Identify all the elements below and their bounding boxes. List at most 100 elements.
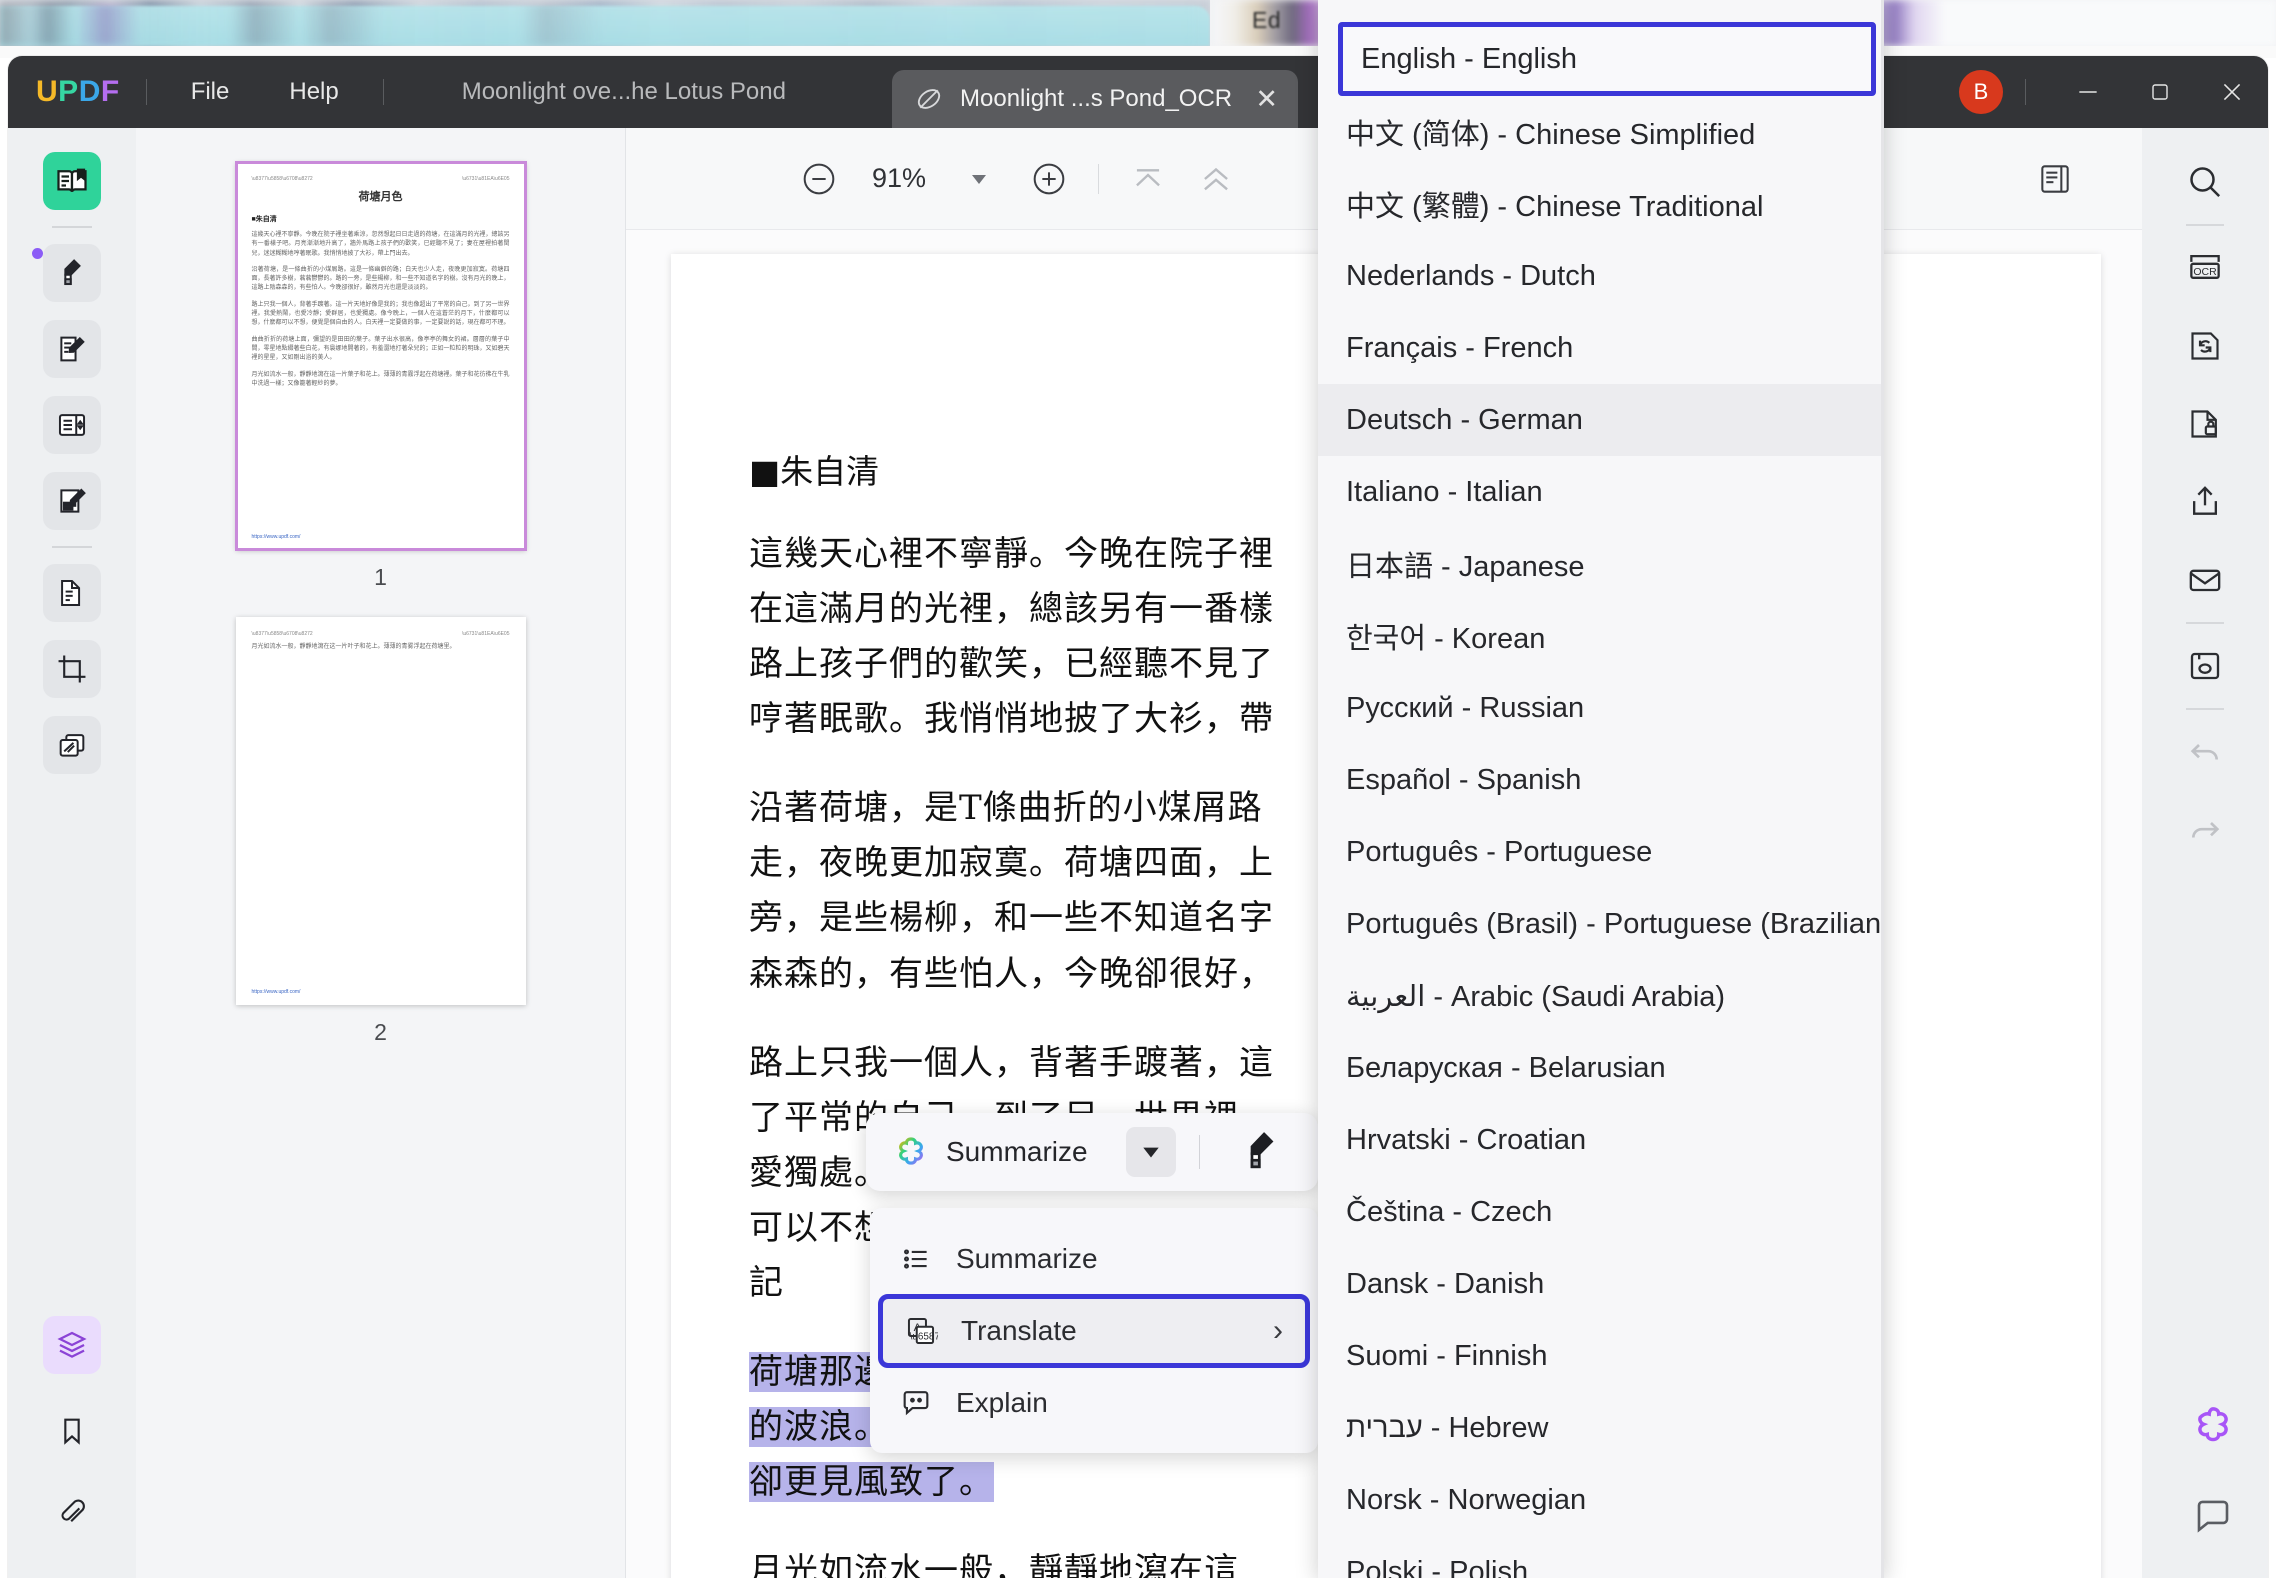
language-option-italian[interactable]: Italiano - Italian — [1318, 456, 1884, 528]
zoom-level-value[interactable]: 91% — [872, 163, 926, 194]
list-icon — [898, 1241, 934, 1277]
thumb-text-block-5: 月光如流水一般，靜靜地瀉在這一片葉子和花上。薄薄的青霧浮起在荷塘裡。葉子和花彷彿… — [252, 371, 510, 390]
reading-layout-icon[interactable] — [2028, 152, 2082, 206]
search-icon[interactable] — [2177, 154, 2233, 210]
language-option-chinese-traditional[interactable]: 中文 (繁體) - Chinese Traditional — [1318, 168, 1884, 240]
minimize-button[interactable] — [2052, 56, 2124, 128]
close-window-button[interactable] — [2196, 56, 2268, 128]
thumbnail-page-2[interactable]: \u8377\u5858\u6708\u8272\u6731\u81EA\u6E… — [236, 617, 526, 1005]
tab-document-1[interactable]: Moonlight ove...he Lotus Pond — [462, 78, 786, 106]
maximize-button[interactable] — [2124, 56, 2196, 128]
sidebar-item-layers[interactable] — [43, 1316, 101, 1374]
language-option-russian[interactable]: Русский - Russian — [1318, 672, 1884, 744]
sidebar-item-convert[interactable] — [43, 564, 101, 622]
sidebar-item-organize-pages[interactable] — [43, 396, 101, 454]
language-option-finnish[interactable]: Suomi - Finnish — [1318, 1320, 1884, 1392]
language-option-german[interactable]: Deutsch - German — [1318, 384, 1884, 456]
save-icon[interactable] — [2177, 638, 2233, 694]
ai-assistant-icon[interactable] — [2190, 1402, 2236, 1448]
email-icon[interactable] — [2177, 552, 2233, 608]
language-option-croatian[interactable]: Hrvatski - Croatian — [1318, 1104, 1884, 1176]
thumb-page-header: \u8377\u5858\u6708\u8272\u6731\u81EA\u6E… — [252, 176, 510, 182]
context-menu-item-translate[interactable]: A \u6587 Translate › — [878, 1294, 1310, 1368]
rail-divider-2 — [52, 546, 92, 548]
language-option-norwegian[interactable]: Norsk - Norwegian — [1318, 1464, 1884, 1536]
right-rail-divider-1 — [2186, 224, 2224, 226]
language-option-korean[interactable]: 한국어 - Korean — [1318, 600, 1884, 672]
right-rail-divider-2 — [2186, 622, 2224, 624]
thumbnail-item-1[interactable]: \u8377\u5858\u6708\u8272\u6731\u81EA\u6E… — [236, 162, 526, 591]
ai-toolbar-divider — [1199, 1135, 1200, 1169]
help-menu[interactable]: Help — [271, 72, 356, 112]
language-option-japanese[interactable]: 日本語 - Japanese — [1318, 528, 1884, 600]
undo-icon[interactable] — [2177, 724, 2233, 780]
page-up-button[interactable] — [1189, 152, 1243, 206]
titlebar-divider-3 — [2025, 79, 2026, 105]
sidebar-item-crop[interactable] — [43, 640, 101, 698]
context-menu-label-summarize: Summarize — [956, 1243, 1098, 1275]
scroll-to-top-button[interactable] — [1121, 152, 1175, 206]
language-option-hebrew[interactable]: עברית - Hebrew — [1318, 1392, 1884, 1464]
thumbnail-page-1[interactable]: \u8377\u5858\u6708\u8272\u6731\u81EA\u6E… — [236, 162, 526, 550]
close-tab-icon[interactable]: ✕ — [1255, 86, 1278, 113]
language-option-portuguese-brazilian[interactable]: Português (Brasil) - Portuguese (Brazili… — [1318, 888, 1884, 960]
language-scrollbar[interactable] — [1881, 0, 1884, 1578]
language-option-polish[interactable]: Polski - Polish — [1318, 1536, 1884, 1578]
sidebar-item-reader[interactable] — [43, 152, 101, 210]
redo-icon[interactable] — [2177, 802, 2233, 858]
thumb-page2-text: 月光如流水一般，靜靜地瀉在这一片叶子和花上。薄薄的青雾浮起在荷塘里。 — [252, 643, 510, 652]
sidebar-item-bookmark[interactable] — [43, 1402, 101, 1460]
chevron-right-icon: › — [1273, 1314, 1283, 1348]
zoom-in-button[interactable] — [1022, 152, 1076, 206]
thumb-text-block-4: 曲曲折折的荷塘上面，彌望的是田田的葉子。葉子出水很高，像亭亭的舞女的裙。層層的葉… — [252, 336, 510, 364]
title-bar: UPDF File Help Moonlight ove...he Lotus … — [8, 56, 2268, 128]
protect-icon[interactable] — [2177, 396, 2233, 452]
right-toolbar-rail: OCR — [2142, 128, 2268, 1578]
ocr-icon[interactable]: OCR — [2177, 240, 2233, 296]
language-option-spanish[interactable]: Español - Spanish — [1318, 744, 1884, 816]
sidebar-item-edit-pdf[interactable] — [43, 320, 101, 378]
titlebar-divider-1 — [146, 79, 147, 105]
language-option-arabic[interactable]: العربية - Arabic (Saudi Arabia) — [1318, 960, 1884, 1032]
language-option-french[interactable]: Français - French — [1318, 312, 1884, 384]
thumb-page2-header: \u8377\u5858\u6708\u8272\u6731\u81EA\u6E… — [252, 631, 510, 637]
highlighter-icon[interactable] — [1238, 1129, 1284, 1175]
zoom-dropdown-caret[interactable] — [952, 152, 1006, 206]
sidebar-item-attachment[interactable] — [43, 1484, 101, 1542]
thumb-text-block-3: 路上只我一個人，背著手踱著。這一片天地好像是我的；我也像超出了平常的自己，到了另… — [252, 301, 510, 329]
convert-icon[interactable] — [2177, 318, 2233, 374]
thumbnail-item-2[interactable]: \u8377\u5858\u6708\u8272\u6731\u81EA\u6E… — [236, 617, 526, 1046]
ai-dropdown-caret[interactable] — [1126, 1127, 1176, 1177]
context-menu-item-explain[interactable]: Explain — [870, 1368, 1318, 1438]
language-option-english[interactable]: English - English — [1338, 22, 1876, 96]
svg-text:OCR: OCR — [2193, 266, 2217, 278]
language-option-dutch[interactable]: Nederlands - Dutch — [1318, 240, 1884, 312]
context-menu-label-translate: Translate — [961, 1315, 1077, 1347]
context-menu-label-explain: Explain — [956, 1387, 1048, 1419]
file-menu[interactable]: File — [173, 72, 248, 112]
language-option-czech[interactable]: Čeština - Czech — [1318, 1176, 1884, 1248]
ai-floating-toolbar[interactable]: Summarize — [866, 1113, 1318, 1191]
language-option-portuguese[interactable]: Português - Portuguese — [1318, 816, 1884, 888]
left-rail-bottom-group — [8, 1316, 136, 1542]
ai-context-menu[interactable]: Summarize A \u6587 Translate › — [870, 1208, 1318, 1453]
share-icon[interactable] — [2177, 474, 2233, 530]
translate-icon: A \u6587 — [903, 1313, 939, 1349]
context-menu-item-summarize[interactable]: Summarize — [870, 1224, 1318, 1294]
translate-language-dropdown[interactable]: English - English 中文 (简体) - Chinese Simp… — [1318, 0, 1884, 1578]
language-option-danish[interactable]: Dansk - Danish — [1318, 1248, 1884, 1320]
thumbnail-panel[interactable]: \u8377\u5858\u6708\u8272\u6731\u81EA\u6E… — [136, 128, 626, 1578]
sidebar-item-compare[interactable] — [43, 716, 101, 774]
avatar[interactable]: B — [1959, 70, 2003, 114]
sidebar-item-annotate[interactable] — [43, 244, 101, 302]
desktop-backdrop: Ed — [0, 0, 2276, 58]
zoom-out-button[interactable] — [792, 152, 846, 206]
window-controls-group: B — [1959, 56, 2268, 128]
language-option-belarusian[interactable]: Беларуская - Belarusian — [1318, 1032, 1884, 1104]
tab-document-2-label: Moonlight ...s Pond_OCR — [960, 85, 1232, 113]
tab-document-2-active[interactable]: Moonlight ...s Pond_OCR ✕ — [892, 70, 1298, 128]
chat-icon[interactable] — [2192, 1494, 2234, 1536]
sidebar-item-fill-sign[interactable] — [43, 472, 101, 530]
background-right-window-label: Ed — [1252, 7, 1281, 34]
language-option-chinese-simplified[interactable]: 中文 (简体) - Chinese Simplified — [1318, 96, 1884, 168]
